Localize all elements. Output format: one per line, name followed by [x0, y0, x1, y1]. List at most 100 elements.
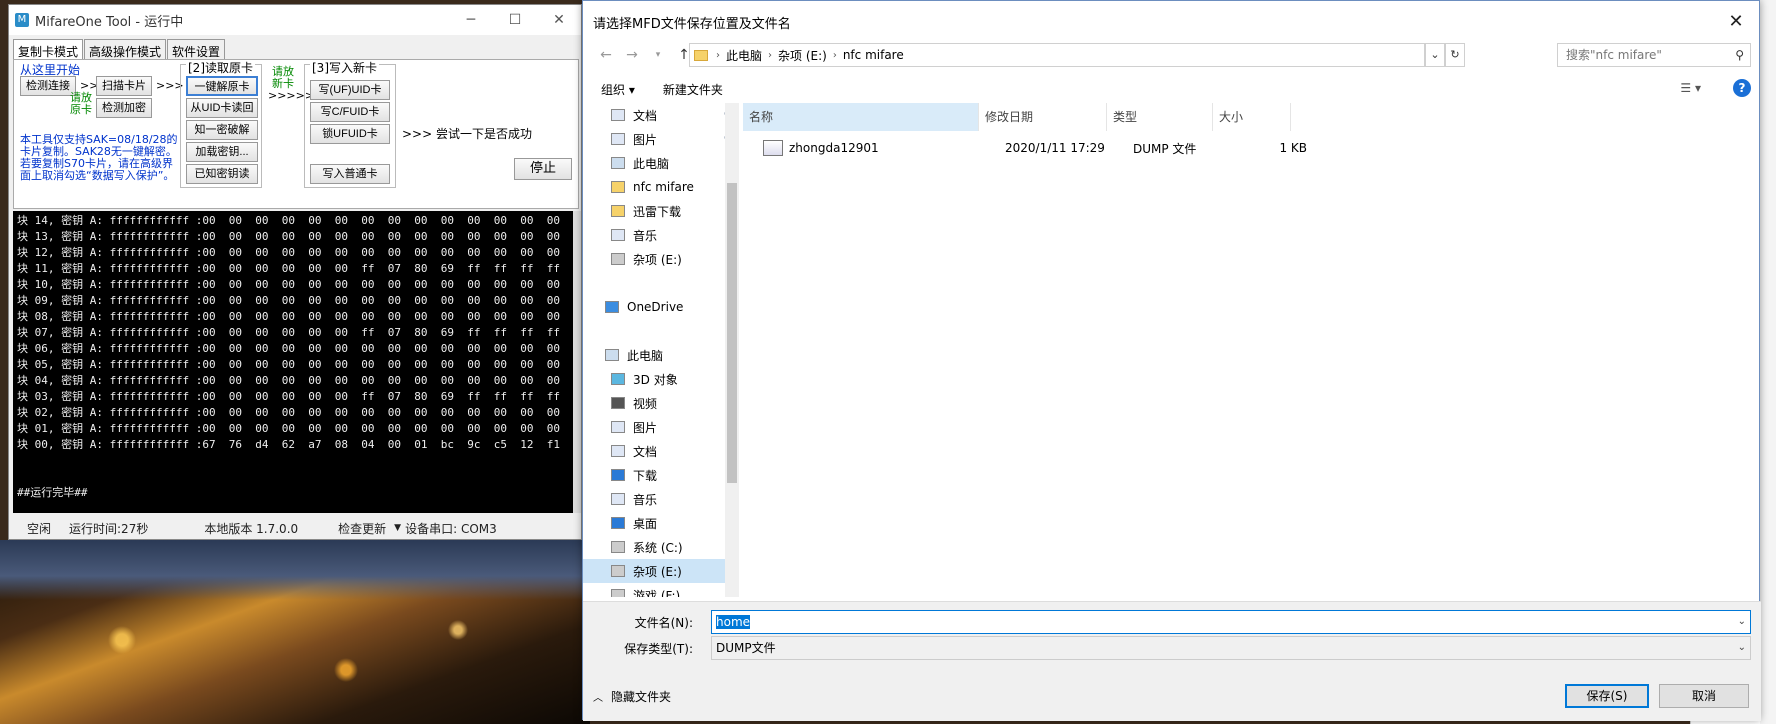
nav-item-label: 图片	[633, 420, 658, 435]
help-icon[interactable]: ?	[1733, 79, 1751, 97]
nav-item[interactable]: 此电脑	[583, 151, 739, 175]
known-key-read-button[interactable]: 已知密钥读	[186, 164, 258, 184]
column-type[interactable]: 类型	[1107, 103, 1213, 131]
address-dropdown-icon[interactable]: ⌄	[1425, 43, 1445, 67]
dropdown-icon[interactable]: ▼	[394, 523, 401, 533]
cancel-button[interactable]: 取消	[1659, 684, 1749, 708]
nav-item-icon	[611, 133, 625, 145]
check-encryption-button[interactable]: 检测加密	[96, 98, 152, 118]
read-from-uid-button[interactable]: 从UID卡读回	[186, 98, 258, 118]
nav-scrollbar[interactable]	[725, 103, 739, 597]
nav-item[interactable]: 3D 对象	[583, 367, 739, 391]
close-icon[interactable]: ✕	[537, 5, 581, 35]
chevron-up-icon: ︿	[593, 693, 603, 704]
console-line: 块 02, 密钥 A: ffffffffffff :00 00 00 00 00…	[17, 406, 573, 419]
navigation-pane: 文档⚲图片⚲此电脑nfc mifare迅雷下载音乐杂项 (E:)OneDrive…	[583, 103, 739, 597]
nav-item[interactable]: 迅雷下载	[583, 199, 739, 223]
nav-item[interactable]: 游戏 (F:)	[583, 583, 739, 597]
console-scrollbar[interactable]	[573, 211, 581, 513]
nav-item-label: 此电脑	[627, 348, 664, 363]
nav-item[interactable]: nfc mifare	[583, 175, 739, 199]
nav-item-icon	[611, 493, 625, 505]
window-controls: ─ ☐ ✕	[449, 5, 581, 35]
save-button[interactable]: 保存(S)	[1565, 684, 1649, 708]
chevron-down-icon[interactable]: ⌄	[1738, 611, 1746, 633]
place-original-label: 请放原卡	[70, 91, 92, 116]
nav-item-icon	[605, 301, 619, 313]
breadcrumb-nfc-mifare[interactable]: nfc mifare	[843, 48, 904, 62]
nav-item[interactable]: OneDrive	[583, 295, 739, 319]
nav-item-label: 文档	[633, 444, 658, 459]
back-icon[interactable]: ←	[593, 47, 619, 63]
write-cfuid-button[interactable]: 写C/FUID卡	[310, 102, 390, 122]
nav-item[interactable]: 视频	[583, 391, 739, 415]
nav-item[interactable]: 音乐	[583, 223, 739, 247]
scan-card-button[interactable]: 扫描卡片	[96, 76, 152, 96]
forward-icon[interactable]: →	[619, 47, 645, 63]
view-options-icon[interactable]: ☰ ▾	[1680, 81, 1701, 95]
wallpaper-sky	[0, 540, 590, 600]
new-folder-button[interactable]: 新建文件夹	[663, 81, 723, 98]
hide-folders-toggle[interactable]: ︿ 隐藏文件夹	[593, 688, 671, 705]
nav-item-icon	[611, 181, 625, 193]
address-bar[interactable]: › 此电脑 › 杂项 (E:) › nfc mifare	[689, 43, 1425, 67]
status-runtime: 运行时间:27秒	[69, 521, 149, 536]
nav-item-icon	[611, 253, 625, 265]
recent-chevron-icon[interactable]: ▾	[645, 50, 671, 60]
nav-item-label: 文档	[633, 108, 658, 123]
chevron-right-icon: ›	[716, 49, 720, 61]
close-icon[interactable]: ✕	[1721, 9, 1751, 35]
nav-item[interactable]: 桌面	[583, 511, 739, 535]
dialog-bottom: 文件名(N): home ⌄ 保存类型(T): DUMP文件 ⌄ ︿ 隐藏文件夹…	[583, 601, 1761, 721]
output-console: 块 14, 密钥 A: ffffffffffff :00 00 00 00 00…	[13, 211, 573, 513]
console-line: 块 11, 密钥 A: ffffffffffff :00 00 00 00 00…	[17, 262, 573, 275]
nav-item[interactable]: 杂项 (E:)	[583, 247, 739, 271]
search-input[interactable]: 搜索"nfc mifare" ⚲	[1557, 43, 1751, 67]
refresh-icon[interactable]: ↻	[1445, 43, 1465, 67]
stop-button[interactable]: 停止	[514, 158, 572, 180]
command-bar: 组织 ▾ 新建文件夹 ☰ ▾ ?	[583, 75, 1761, 103]
nav-item-label: 3D 对象	[633, 372, 678, 387]
know-one-key-crack-button[interactable]: 知一密破解	[186, 120, 258, 140]
nav-item[interactable]: 下载	[583, 463, 739, 487]
nav-scroll-thumb[interactable]	[727, 183, 737, 483]
nav-item[interactable]: 杂项 (E:)	[583, 559, 739, 583]
nav-item[interactable]: 音乐	[583, 487, 739, 511]
breadcrumb-this-pc[interactable]: 此电脑	[726, 47, 762, 64]
nav-item-label: 图片	[633, 132, 658, 147]
nav-item-icon	[611, 205, 625, 217]
write-uf-uid-button[interactable]: 写(UF)UID卡	[310, 80, 390, 100]
one-key-decrypt-button[interactable]: 一键解原卡	[186, 76, 258, 96]
console-line: 块 14, 密钥 A: ffffffffffff :00 00 00 00 00…	[17, 214, 573, 227]
place-new-card-label: 请放新卡	[272, 65, 294, 90]
nav-item[interactable]: 图片⚲	[583, 127, 739, 151]
nav-item[interactable]: 此电脑	[583, 343, 739, 367]
filename-label: 文件名(N):	[634, 616, 693, 630]
column-date[interactable]: 修改日期	[979, 103, 1107, 131]
lock-ufuid-button[interactable]: 锁UFUID卡	[310, 124, 390, 144]
check-update-link[interactable]: 检查更新	[338, 520, 386, 537]
filetype-select[interactable]: DUMP文件 ⌄	[711, 636, 1751, 660]
dialog-titlebar[interactable]: 请选择MFD文件保存位置及文件名	[583, 1, 1759, 43]
nav-item-label: 迅雷下载	[633, 204, 682, 219]
organize-button[interactable]: 组织 ▾	[601, 81, 635, 98]
maximize-icon[interactable]: ☐	[493, 5, 537, 35]
filename-input[interactable]: home ⌄	[711, 610, 1751, 634]
nav-item-label: 音乐	[633, 492, 658, 507]
breadcrumb-drive-e[interactable]: 杂项 (E:)	[778, 47, 827, 64]
nav-item[interactable]: 系统 (C:)	[583, 535, 739, 559]
nav-item[interactable]: 图片	[583, 415, 739, 439]
minimize-icon[interactable]: ─	[449, 5, 493, 35]
chevron-down-icon[interactable]: ⌄	[1738, 637, 1746, 659]
file-row[interactable]: zhongda12901 2020/1/11 17:29 DUMP 文件 1 K…	[743, 137, 1363, 159]
nav-item[interactable]: 文档	[583, 439, 739, 463]
column-name[interactable]: 名称	[743, 103, 979, 131]
load-key-button[interactable]: 加载密钥...	[186, 142, 258, 162]
nav-item-label: 下载	[633, 468, 658, 483]
nav-item[interactable]: 文档⚲	[583, 103, 739, 127]
column-size[interactable]: 大小	[1213, 103, 1291, 131]
console-line: 块 09, 密钥 A: ffffffffffff :00 00 00 00 00…	[17, 294, 573, 307]
detect-connection-button[interactable]: 检测连接	[20, 76, 76, 96]
write-normal-card-button[interactable]: 写入普通卡	[310, 164, 390, 184]
